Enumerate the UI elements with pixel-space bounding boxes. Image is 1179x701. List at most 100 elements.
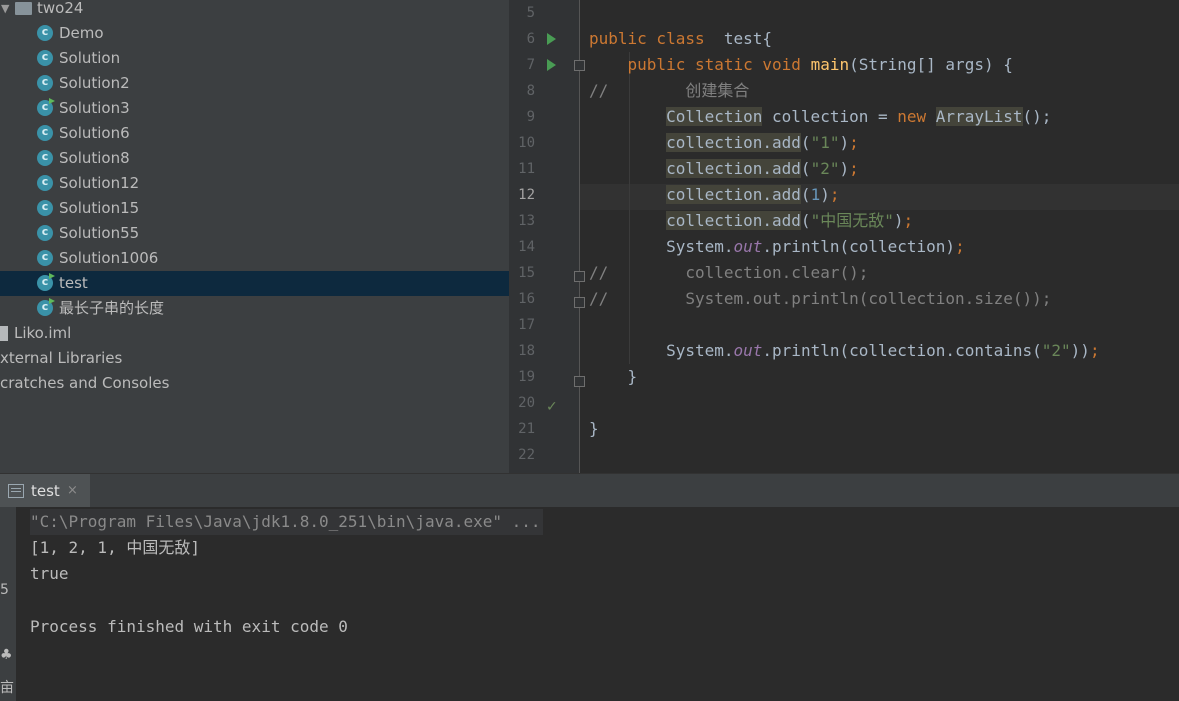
console-command-line: "C:\Program Files\Java\jdk1.8.0_251\bin\… [30,509,543,535]
class-icon [37,249,53,266]
toolbar-glyph[interactable]: ♣ [0,647,13,663]
tree-item-label: Solution8 [59,149,130,167]
line-number: 19 [518,369,535,385]
run-main-icon[interactable] [547,59,556,71]
project-tree-panel: ▼ two24 Liko.iml xternal Libraries cratc… [0,0,509,473]
runnable-mark-icon [49,298,55,304]
tree-item-class[interactable]: Solution8 [0,146,509,171]
code-comment: // 创建集合 [589,81,750,100]
line-number: 22 [518,447,535,463]
code-line-21[interactable]: } [589,416,1179,442]
class-icon [37,98,55,116]
tree-item-scratches[interactable]: cratches and Consoles [0,371,509,396]
code-token: } [589,419,599,438]
close-icon[interactable]: × [67,474,78,508]
tree-item-label: cratches and Consoles [0,374,170,392]
class-icon [37,124,53,141]
tree-item-label: xternal Libraries [0,349,123,367]
code-string: "1" [810,133,840,152]
code-line-15[interactable]: // collection.clear(); [589,260,1179,286]
fold-icon[interactable] [574,297,585,308]
tree-item-label: Solution1006 [59,249,159,267]
code-token: collection.add [666,211,801,230]
tree-item-label: two24 [37,0,84,17]
tree-item-class[interactable]: Solution3 [0,96,509,121]
line-number: 7 [526,57,535,73]
code-line-8[interactable]: // 创建集合 [589,78,1179,104]
code-token: test{ [704,29,773,48]
tree-item-label: Liko.iml [14,324,72,342]
code-line-18[interactable]: System.out.println(collection.contains("… [589,338,1179,364]
code-string: "2" [810,159,840,178]
code-line-13[interactable]: collection.add("中国无敌"); [589,208,1179,234]
class-icon [37,24,53,41]
chevron-down-icon[interactable]: ▼ [1,0,9,21]
runnable-mark-icon [49,98,55,104]
fold-icon[interactable] [574,60,585,71]
tree-item-iml[interactable]: Liko.iml [0,321,509,346]
code-token: (String[] args) { [849,55,1013,74]
code-token: System. [666,237,734,256]
run-tab-test[interactable]: test × [0,474,90,508]
tree-item-label: Demo [59,24,104,42]
code-field: out [733,341,763,360]
code-token: collection = [762,107,898,126]
tree-item-external-libraries[interactable]: xternal Libraries [0,346,509,371]
tree-item-package[interactable]: ▼ two24 [0,0,509,21]
tree-item-class[interactable]: 最长子串的长度 [0,296,509,321]
class-icon [37,174,53,191]
code-token: .println(collection.contains( [762,341,1042,360]
code-line-10[interactable]: collection.add("1"); [589,130,1179,156]
line-number: 16 [518,291,535,307]
code-line-16[interactable]: // System.out.println(collection.size())… [589,286,1179,312]
code-token: .println(collection) [762,237,956,256]
toolbar-glyph[interactable]: 亩 [0,677,14,697]
code-line-14[interactable]: System.out.println(collection); [589,234,1179,260]
console-output-line: true [30,564,69,583]
fold-icon[interactable] [574,376,585,387]
iml-file-icon [0,326,8,341]
tree-item-class[interactable]: Demo [0,21,509,46]
tree-item-label: Solution6 [59,124,130,142]
code-line-6[interactable]: public class test{ [589,26,1179,52]
code-token: System. [666,341,734,360]
line-number: 17 [518,317,535,333]
class-icon [37,74,53,91]
code-editor[interactable]: ✓ public class test{ public static void … [509,0,1179,473]
code-number: 1 [810,185,821,204]
code-line-7[interactable]: public static void main(String[] args) { [589,52,1179,78]
runnable-mark-icon [49,273,55,279]
tree-item-class[interactable]: Solution6 [0,121,509,146]
tree-item-label: Solution2 [59,74,130,92]
check-icon: ✓ [546,399,558,415]
toolbar-glyph[interactable]: 5 [0,582,9,598]
console-output[interactable]: 5 ♣ 亩 "C:\Program Files\Java\jdk1.8.0_25… [0,507,1179,701]
line-number: 6 [526,31,535,47]
code-line-9[interactable]: Collection collection = new ArrayList(); [589,104,1179,130]
fold-icon[interactable] [574,271,585,282]
line-number: 10 [518,135,535,151]
line-number: 12 [518,187,535,203]
code-line-19[interactable]: } [589,364,1179,390]
code-token: Collection [666,107,763,126]
tree-item-label: Solution12 [59,174,140,192]
code-token: main [810,55,850,74]
run-class-icon[interactable] [547,33,556,45]
code-line-11[interactable]: collection.add("2"); [589,156,1179,182]
tree-item-class[interactable]: Solution [0,46,509,71]
tree-item-class[interactable]: Solution15 [0,196,509,221]
tree-item-class[interactable]: Solution2 [0,71,509,96]
code-token: public static void [627,55,801,74]
tree-item-class[interactable]: Solution12 [0,171,509,196]
code-token: public class [589,29,705,48]
tree-item-label: Solution [59,49,121,67]
class-icon [37,224,53,241]
tree-item-class[interactable]: test [0,271,509,296]
tree-item-class[interactable]: Solution1006 [0,246,509,271]
class-icon [37,149,53,166]
code-line-12[interactable]: collection.add(1); [589,182,1179,208]
line-number: 13 [518,213,535,229]
tree-item-class[interactable]: Solution55 [0,221,509,246]
class-icon [37,298,55,316]
line-number: 11 [518,161,535,177]
